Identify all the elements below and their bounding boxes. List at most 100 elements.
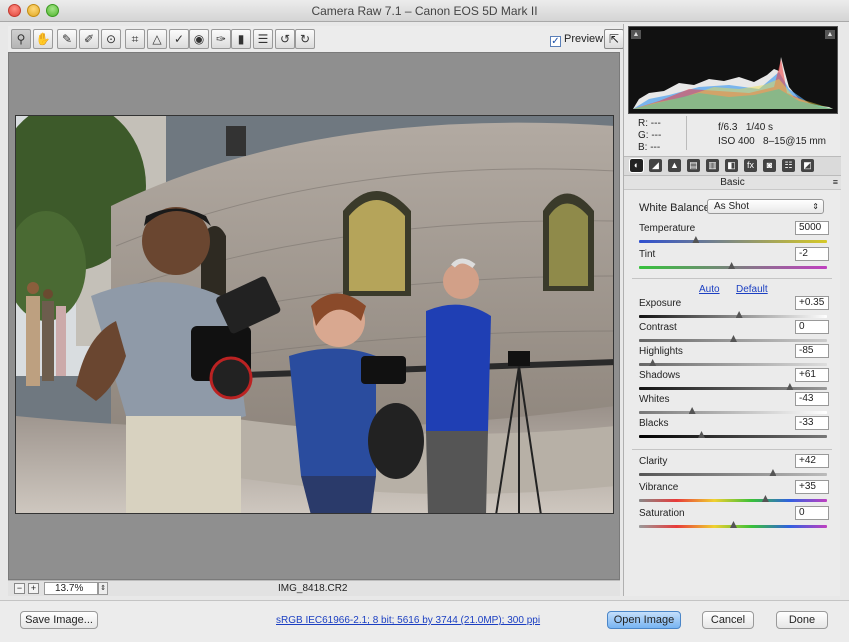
dropdown-arrows-icon: ⇕ xyxy=(812,202,819,211)
color-sampler-tool-icon[interactable]: ✐ xyxy=(79,29,99,49)
presets-tab-icon[interactable]: ☷ xyxy=(782,159,795,172)
preview-toggle[interactable]: ✓ Preview xyxy=(550,33,603,47)
highlights-control: Highlights -85 xyxy=(639,344,829,370)
tone-curve-tab-icon[interactable]: ◢ xyxy=(649,159,662,172)
save-image-button[interactable]: Save Image... xyxy=(20,611,98,629)
readout-b: B: --- xyxy=(638,142,661,153)
info-readout: R: --- G: --- B: --- f/6.3 1/40 s ISO 40… xyxy=(632,116,837,154)
shadows-slider-track[interactable] xyxy=(639,387,827,390)
default-link[interactable]: Default xyxy=(736,284,768,295)
vibrance-slider-track[interactable] xyxy=(639,499,827,502)
whites-slider-track[interactable] xyxy=(639,411,827,414)
adjustment-panel: ▲ ▲ R: --- G: --- B: --- f/6.3 1/40 s IS… xyxy=(623,24,841,596)
rotate-ccw-icon[interactable]: ↺ xyxy=(275,29,295,49)
temperature-slider-track[interactable] xyxy=(639,240,827,243)
shadows-control: Shadows +61 xyxy=(639,368,829,394)
straighten-tool-icon[interactable]: △ xyxy=(147,29,167,49)
zoom-menu-arrow-icon[interactable]: ⇕ xyxy=(98,582,108,595)
saturation-label: Saturation xyxy=(639,508,685,519)
exif-shutter: 1/40 s xyxy=(745,122,774,133)
saturation-control: Saturation 0 xyxy=(639,506,829,532)
window-title: Camera Raw 7.1 – Canon EOS 5D Mark II xyxy=(311,4,538,18)
whites-value-field[interactable]: -43 xyxy=(795,392,829,406)
contrast-control: Contrast 0 xyxy=(639,320,829,346)
graduated-filter-icon[interactable]: ▮ xyxy=(231,29,251,49)
clarity-value-field[interactable]: +42 xyxy=(795,454,829,468)
tint-label: Tint xyxy=(639,249,656,260)
section-title-basic: Basic ≡ xyxy=(624,176,841,190)
vibrance-value-field[interactable]: +35 xyxy=(795,480,829,494)
shadows-value-field[interactable]: +61 xyxy=(795,368,829,382)
crop-tool-icon[interactable]: ⌗ xyxy=(125,29,145,49)
white-balance-label: White Balance: xyxy=(639,202,713,214)
spot-removal-tool-icon[interactable]: ✓ xyxy=(169,29,189,49)
temperature-value-field[interactable]: 5000 xyxy=(795,221,829,235)
blacks-control: Blacks -33 xyxy=(639,416,829,442)
whites-control: Whites -43 xyxy=(639,392,829,418)
tool-bar: ⚲ ✋ ✎ ✐ ⊙ ⌗ △ ✓ ◉ ✑ ▮ ☰ ↺ ↻ ✓ Preview ⇱ xyxy=(8,26,624,52)
exif-iso: ISO 400 xyxy=(718,136,755,147)
detail-tab-icon[interactable]: ▲ xyxy=(668,159,681,172)
blacks-label: Blacks xyxy=(639,418,669,429)
targeted-adjustment-tool-icon[interactable]: ⊙ xyxy=(101,29,121,49)
whites-label: Whites xyxy=(639,394,670,405)
done-button[interactable]: Done xyxy=(776,611,828,629)
clarity-slider-track[interactable] xyxy=(639,473,827,476)
lens-corrections-tab-icon[interactable]: ◧ xyxy=(725,159,738,172)
exif-lens: 8–15@15 mm xyxy=(763,136,827,147)
zoom-tool-icon[interactable]: ⚲ xyxy=(11,29,31,49)
preview-label: Preview xyxy=(564,33,604,45)
exposure-label: Exposure xyxy=(639,298,682,309)
exposure-control: Exposure +0.35 xyxy=(639,296,829,322)
panel-tabs: ◐ ◢ ▲ ▤ ▥ ◧ fx ◙ ☷ ◩ xyxy=(624,156,841,176)
exposure-slider-track[interactable] xyxy=(639,315,827,318)
highlights-label: Highlights xyxy=(639,346,683,357)
panel-menu-icon[interactable]: ≡ xyxy=(833,176,838,189)
bottom-bar: Save Image... sRGB IEC61966-2.1; 8 bit; … xyxy=(0,600,849,642)
rotate-cw-icon[interactable]: ↻ xyxy=(295,29,315,49)
effects-tab-icon[interactable]: fx xyxy=(744,159,757,172)
highlights-slider-track[interactable] xyxy=(639,363,827,366)
temperature-control: Temperature 5000 xyxy=(639,221,829,247)
histogram: ▲ ▲ xyxy=(628,26,838,114)
blacks-slider-track[interactable] xyxy=(639,435,827,438)
auto-link[interactable]: Auto xyxy=(699,284,720,295)
white-balance-tool-icon[interactable]: ✎ xyxy=(57,29,77,49)
zoom-in-button[interactable]: + xyxy=(28,583,39,594)
filename-label: IMG_8418.CR2 xyxy=(278,583,348,594)
highlights-value-field[interactable]: -85 xyxy=(795,344,829,358)
contrast-value-field[interactable]: 0 xyxy=(795,320,829,334)
zoom-out-button[interactable]: − xyxy=(14,583,25,594)
shadows-label: Shadows xyxy=(639,370,681,381)
image-canvas[interactable] xyxy=(8,52,620,580)
white-balance-select[interactable]: As Shot ⇕ xyxy=(707,199,824,214)
adjustment-brush-icon[interactable]: ✑ xyxy=(211,29,231,49)
separator xyxy=(632,278,832,279)
blacks-value-field[interactable]: -33 xyxy=(795,416,829,430)
saturation-value-field[interactable]: 0 xyxy=(795,506,829,520)
exposure-value-field[interactable]: +0.35 xyxy=(795,296,829,310)
fullscreen-toggle-icon[interactable]: ⇱ xyxy=(604,29,624,49)
canvas-status-bar: − + 13.7% ⇕ IMG_8418.CR2 xyxy=(8,580,620,596)
red-eye-tool-icon[interactable]: ◉ xyxy=(189,29,209,49)
tint-control: Tint -2 xyxy=(639,247,829,273)
basic-tab-icon[interactable]: ◐ xyxy=(629,158,644,173)
preview-checkbox[interactable]: ✓ xyxy=(550,36,561,47)
workflow-options-link[interactable]: sRGB IEC61966-2.1; 8 bit; 5616 by 3744 (… xyxy=(276,615,540,626)
white-balance-value: As Shot xyxy=(714,201,750,212)
temperature-label: Temperature xyxy=(639,223,696,234)
snapshots-tab-icon[interactable]: ◩ xyxy=(801,159,814,172)
hand-tool-icon[interactable]: ✋ xyxy=(33,29,53,49)
tint-value-field[interactable]: -2 xyxy=(795,247,829,261)
preferences-icon[interactable]: ☰ xyxy=(253,29,273,49)
camera-calibration-tab-icon[interactable]: ◙ xyxy=(763,159,776,172)
title-bar: Camera Raw 7.1 – Canon EOS 5D Mark II xyxy=(0,0,849,22)
split-toning-tab-icon[interactable]: ▥ xyxy=(706,159,719,172)
readout-g: G: --- xyxy=(638,130,662,141)
open-image-button[interactable]: Open Image xyxy=(607,611,681,629)
cancel-button[interactable]: Cancel xyxy=(702,611,754,629)
hsl-tab-icon[interactable]: ▤ xyxy=(687,159,700,172)
zoom-level-field[interactable]: 13.7% xyxy=(44,582,98,595)
readout-r: R: --- xyxy=(638,118,661,129)
clarity-control: Clarity +42 xyxy=(639,454,829,480)
